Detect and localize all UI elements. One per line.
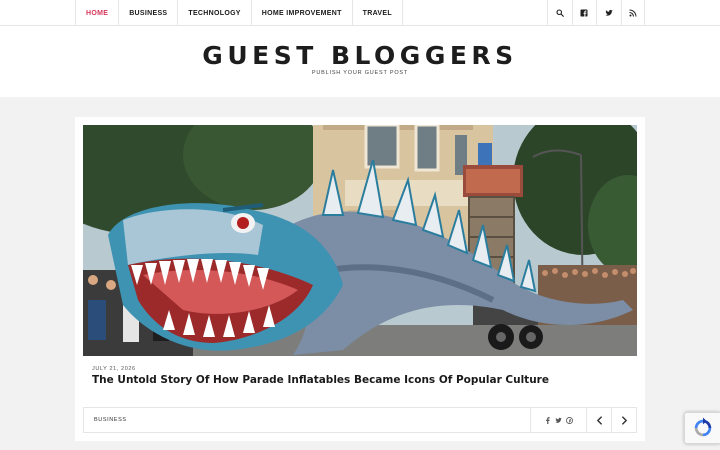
next-post-button[interactable] xyxy=(611,408,636,432)
previous-post-button[interactable] xyxy=(586,408,611,432)
share-pinterest-button[interactable] xyxy=(566,416,573,424)
twitter-icon xyxy=(555,417,562,423)
facebook-icon xyxy=(546,416,550,424)
main-menu: HOME BUSINESS TECHNOLOGY HOME IMPROVEMEN… xyxy=(75,0,403,26)
share-facebook-button[interactable] xyxy=(544,416,551,424)
post-title-link[interactable]: The Untold Story Of How Parade Inflatabl… xyxy=(92,374,549,386)
rss-icon xyxy=(629,9,637,17)
chevron-left-icon xyxy=(596,415,602,425)
twitter-link[interactable] xyxy=(596,0,621,26)
header-icon-group xyxy=(547,0,645,26)
post-category-link[interactable]: BUSINESS xyxy=(94,408,127,432)
site-tagline: PUBLISH YOUR GUEST POST xyxy=(311,70,409,76)
rss-link[interactable] xyxy=(620,0,645,26)
chevron-right-icon xyxy=(621,415,627,425)
share-buttons xyxy=(530,408,586,432)
nav-item-technology[interactable]: TECHNOLOGY xyxy=(177,0,250,26)
facebook-icon xyxy=(580,9,588,17)
top-navigation-bar: HOME BUSINESS TECHNOLOGY HOME IMPROVEMEN… xyxy=(0,0,720,26)
recaptcha-badge[interactable] xyxy=(684,412,720,444)
pinterest-icon xyxy=(566,416,573,424)
share-twitter-button[interactable] xyxy=(555,417,562,424)
twitter-icon xyxy=(605,9,613,16)
recaptcha-icon xyxy=(694,417,711,437)
nav-item-home-improvement[interactable]: HOME IMPROVEMENT xyxy=(250,0,352,26)
post-date: JULY 21, 2026 xyxy=(92,366,136,372)
search-button[interactable] xyxy=(547,0,572,26)
featured-post-image[interactable] xyxy=(83,125,637,356)
facebook-link[interactable] xyxy=(571,0,597,26)
nav-item-business[interactable]: BUSINESS xyxy=(118,0,177,26)
post-footer: BUSINESS xyxy=(83,407,637,433)
featured-post-card: JULY 21, 2026 The Untold Story Of How Pa… xyxy=(75,117,645,441)
site-header: GUEST BLOGGERS PUBLISH YOUR GUEST POST xyxy=(0,26,720,97)
site-title[interactable]: GUEST BLOGGERS xyxy=(0,41,720,70)
nav-item-home[interactable]: HOME xyxy=(75,0,118,26)
nav-item-travel[interactable]: TRAVEL xyxy=(351,0,403,26)
search-icon xyxy=(556,9,564,17)
